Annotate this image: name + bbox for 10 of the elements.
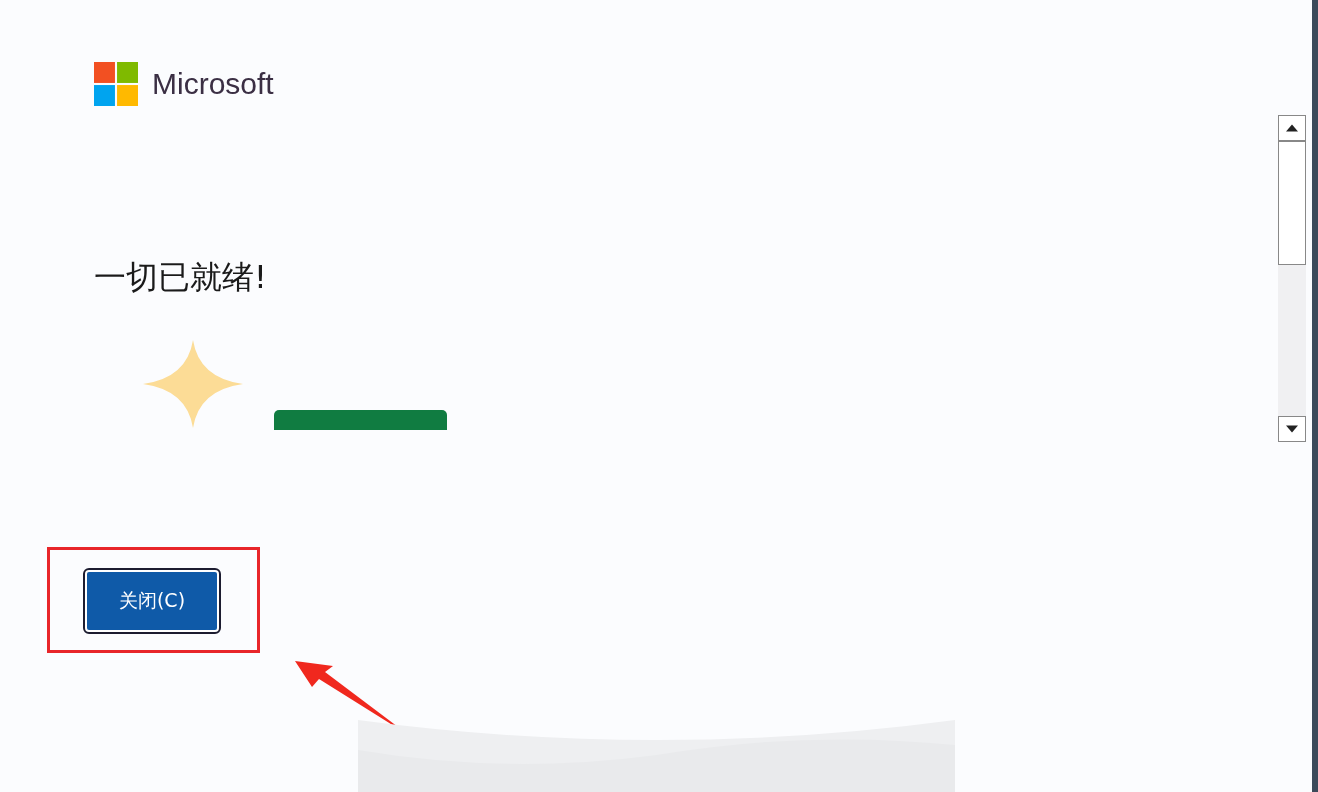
- scroll-thumb[interactable]: [1278, 141, 1306, 265]
- down-arrow-icon: [1286, 425, 1298, 433]
- up-arrow-icon: [1286, 124, 1298, 132]
- close-button[interactable]: 关闭(C): [85, 570, 219, 632]
- scroll-up-button[interactable]: [1278, 115, 1306, 141]
- heading: 一切已就绪!: [94, 257, 268, 298]
- scroll-down-button[interactable]: [1278, 416, 1306, 442]
- scrollbar[interactable]: [1278, 115, 1306, 442]
- logo-icon: [94, 62, 138, 106]
- logo-text: Microsoft: [152, 67, 274, 101]
